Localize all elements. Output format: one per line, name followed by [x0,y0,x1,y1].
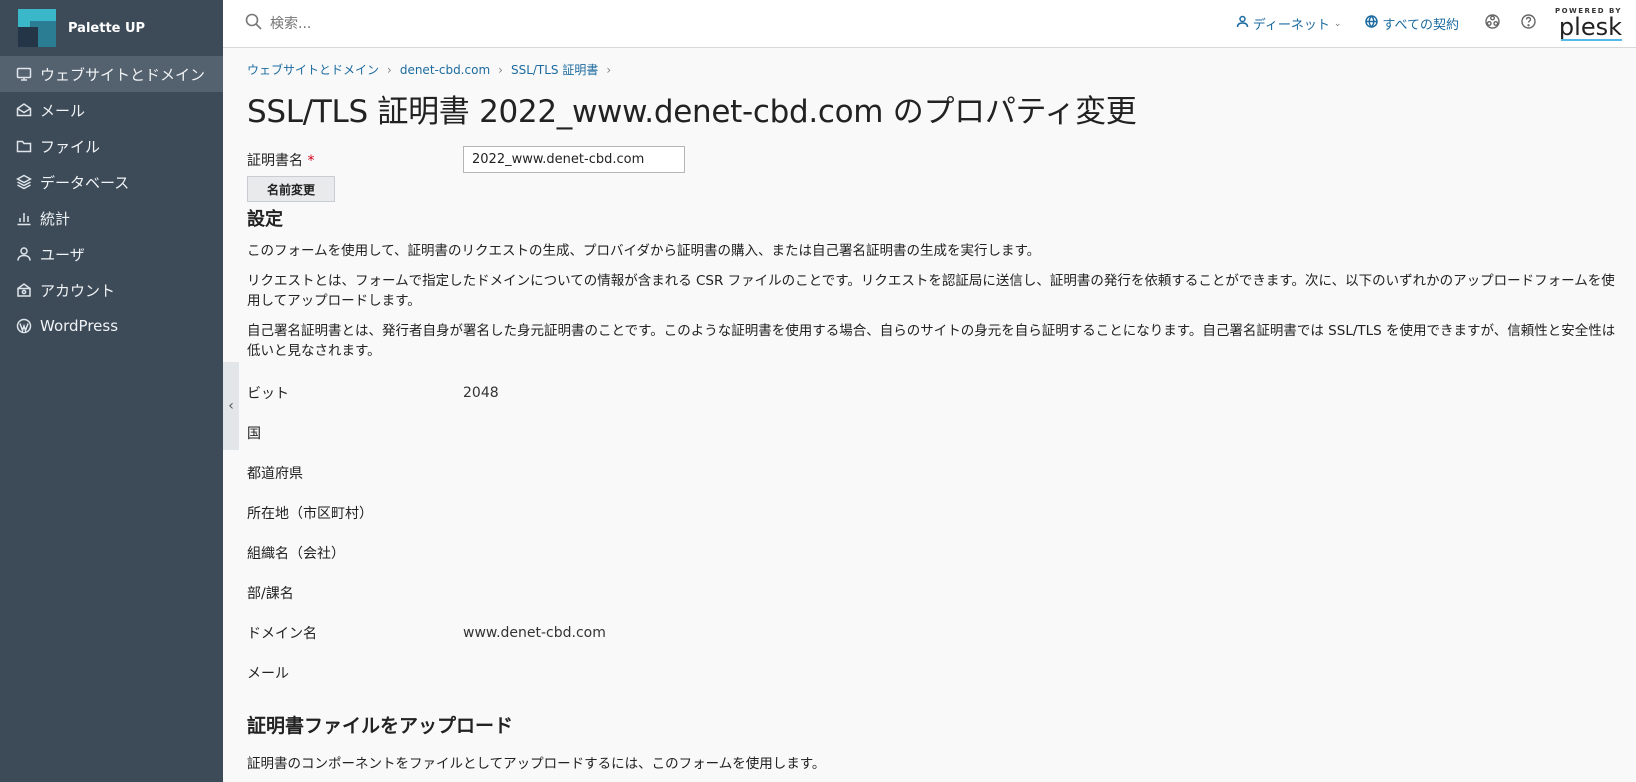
upload-heading: 証明書ファイルをアップロード [247,715,514,737]
settings-description-3: 自己署名証明書とは、発行者自身が署名した身元証明書のことです。このような証明書を… [247,323,1616,359]
info-row-city: 所在地（市区町村） [247,493,1617,533]
info-label: メール [247,666,289,682]
sidebar-item-statistics[interactable]: 統計 [0,200,223,236]
chevron-down-icon: ⌄ [1333,18,1342,29]
sidebar-collapse-button[interactable]: ‹ [223,362,239,450]
cert-name-label: 証明書名 * [247,152,315,169]
main-content: ウェブサイトとドメイン › denet-cbd.com › SSL/TLS 証明… [247,47,1617,772]
info-label: 所在地（市区町村） [247,506,373,522]
chevron-right-icon: › [606,62,612,77]
extensions-button[interactable] [1483,14,1503,34]
bar-chart-icon [16,210,32,226]
info-row-organization: 組織名（会社） [247,533,1617,573]
info-row-bits: ビット 2048 [247,373,1617,413]
sidebar-item-label: WordPress [40,317,119,335]
settings-description-1: このフォームを使用して、証明書のリクエストの生成、プロバイダから証明書の購入、ま… [247,243,1041,259]
user-icon [16,246,32,262]
help-button[interactable] [1519,14,1539,34]
sidebar-item-label: データベース [40,173,130,192]
sidebar-item-label: メール [40,101,86,120]
brand[interactable]: Palette UP [0,0,223,56]
topbar-right: ディーネット ⌄ すべての契約 POWERED BY plesk [1236,0,1636,47]
user-menu[interactable]: ディーネット ⌄ [1236,14,1342,33]
sidebar-item-databases[interactable]: データベース [0,164,223,200]
info-row-country: 国 [247,413,1617,453]
sidebar-item-users[interactable]: ユーザ [0,236,223,272]
monitor-icon [16,66,32,82]
globe-icon [1365,15,1382,32]
sidebar-item-mail[interactable]: メール [0,92,223,128]
mail-icon [16,102,32,118]
rename-button[interactable]: 名前変更 [247,176,335,202]
chevron-right-icon: › [498,62,503,77]
info-row-prefecture: 都道府県 [247,453,1617,493]
info-value: www.denet-cbd.com [463,625,606,641]
sidebar-item-label: アカウント [40,281,116,300]
search-icon [245,13,262,34]
brand-name: Palette UP [68,20,146,36]
chevron-left-icon: ‹ [228,398,234,414]
breadcrumb-ssl-certificates[interactable]: SSL/TLS 証明書 [511,61,598,78]
cert-info-table: ビット 2048 国 都道府県 所在地（市区町村） 組織名（会社） 部/課名 ド… [247,373,1617,693]
sidebar-item-account[interactable]: アカウント [0,272,223,308]
all-subscriptions-link[interactable]: すべての契約 [1365,14,1459,33]
topbar: ディーネット ⌄ すべての契約 POWERED BY plesk [223,0,1636,48]
cert-name-row: 証明書名 * [247,146,1617,173]
sidebar-item-files[interactable]: ファイル [0,128,223,164]
info-row-email: メール [247,653,1617,693]
info-label: 都道府県 [247,466,303,482]
breadcrumb-domain[interactable]: denet-cbd.com [400,63,490,77]
sidebar-item-label: ユーザ [40,245,85,264]
info-value: 2048 [463,385,499,401]
info-label: ビット [247,386,289,402]
settings-heading: 設定 [247,209,283,230]
plesk-name: plesk [1558,13,1622,41]
breadcrumb: ウェブサイトとドメイン › denet-cbd.com › SSL/TLS 証明… [247,61,1617,78]
database-icon [16,174,32,190]
info-row-department: 部/課名 [247,573,1617,613]
sidebar-item-websites-domains[interactable]: ウェブサイトとドメイン [0,56,223,92]
all-subscriptions-label: すべての契約 [1382,18,1459,33]
chevron-right-icon: › [387,62,392,77]
search-input[interactable] [268,14,572,33]
info-row-domain: ドメイン名 www.denet-cbd.com [247,613,1617,653]
puzzle-globe-icon [1484,13,1501,34]
info-label: 部/課名 [247,586,294,602]
sidebar: Palette UP ウェブサイトとドメイン メール ファイル データベース 統… [0,0,223,782]
wordpress-icon [16,318,32,334]
sidebar-item-label: ファイル [40,137,101,156]
settings-description-2: リクエストとは、フォームで指定したドメインについての情報が含まれる CSR ファ… [247,273,1615,309]
account-icon [16,282,32,298]
cert-name-input[interactable] [463,146,685,173]
search-box [245,13,572,34]
sidebar-item-label: ウェブサイトとドメイン [40,65,206,84]
help-icon [1520,13,1537,34]
brand-logo-icon [18,9,56,47]
info-label: 国 [247,426,261,442]
user-menu-label: ディーネット [1252,18,1330,33]
page-title: SSL/TLS 証明書 2022_www.denet-cbd.com のプロパテ… [247,94,1137,130]
breadcrumb-websites-domains[interactable]: ウェブサイトとドメイン [247,61,379,78]
sidebar-item-label: 統計 [40,209,71,228]
upload-description: 証明書のコンポーネントをファイルとしてアップロードするには、このフォームを使用し… [247,756,826,772]
user-icon [1236,15,1253,32]
folder-icon [16,138,32,154]
info-label: ドメイン名 [247,626,317,642]
info-label: 組織名（会社） [247,546,345,562]
sidebar-item-wordpress[interactable]: WordPress [0,308,223,344]
plesk-logo: POWERED BY plesk [1555,8,1622,41]
